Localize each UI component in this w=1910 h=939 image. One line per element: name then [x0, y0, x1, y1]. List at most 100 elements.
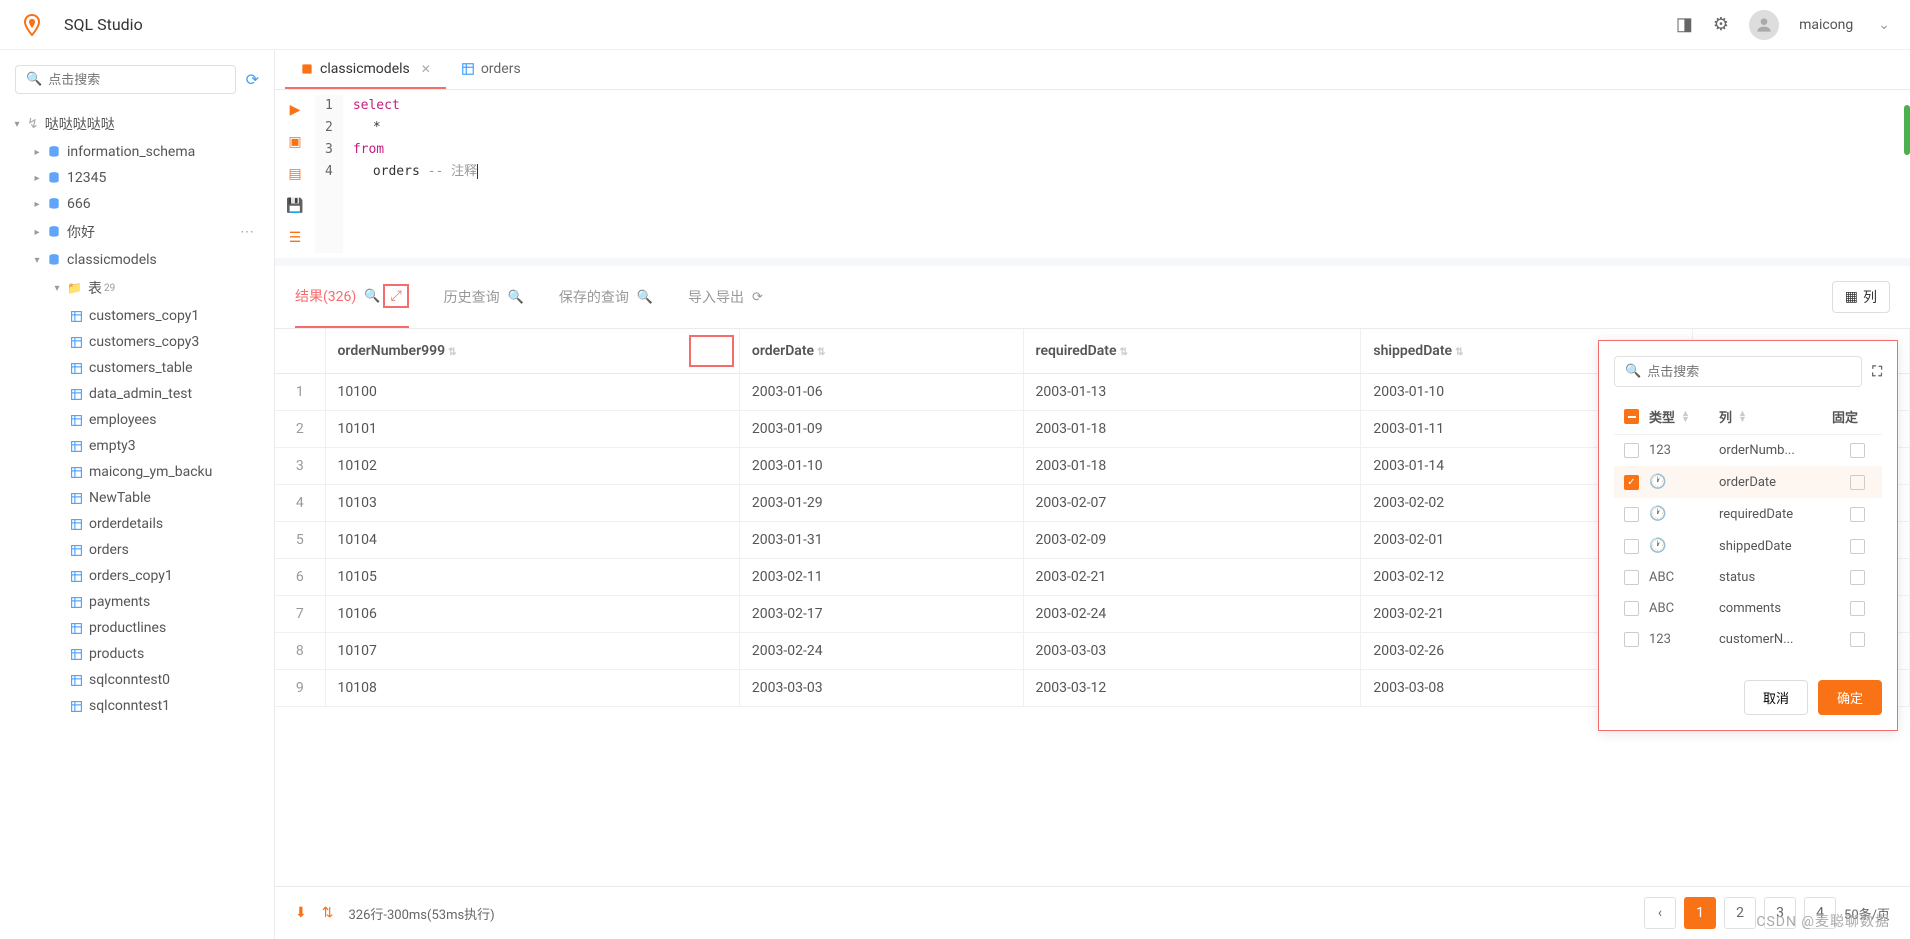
cell[interactable]: 2003-03-03 [739, 670, 1023, 707]
cell[interactable]: 2003-01-31 [739, 522, 1023, 559]
table-node[interactable]: customers_copy3 [10, 329, 264, 355]
chevron-icon[interactable]: ▾ [30, 255, 44, 266]
cell[interactable]: 2003-02-21 [1023, 559, 1361, 596]
format-button[interactable]: ▤ [288, 166, 301, 182]
sort-icon[interactable]: ⇅ [448, 347, 456, 358]
code-content[interactable]: select * from orders -- 注释 [343, 95, 1910, 253]
table-node[interactable]: employees [10, 407, 264, 433]
tables-folder[interactable]: ▾ 📁 表 29 [10, 273, 264, 303]
row-checkbox[interactable] [1624, 539, 1639, 554]
column-header[interactable]: orderNumber999⇅ [325, 329, 739, 374]
fix-checkbox[interactable] [1850, 443, 1865, 458]
cell[interactable]: 2003-02-09 [1023, 522, 1361, 559]
cell[interactable]: 2003-03-03 [1023, 633, 1361, 670]
sort-icon[interactable]: ▲▼ [1681, 411, 1690, 423]
tab-results[interactable]: 结果(326) 🔍 ⤢ [295, 276, 409, 328]
table-node[interactable]: products [10, 641, 264, 667]
search-icon[interactable]: 🔍 [508, 290, 524, 305]
settings-icon[interactable]: ⚙ [1713, 14, 1729, 35]
sort-icon[interactable]: ▲▼ [1738, 411, 1747, 423]
cell[interactable]: 2003-01-09 [739, 411, 1023, 448]
database-node[interactable]: ▸ 12345 [10, 165, 264, 191]
page-button[interactable]: 2 [1724, 897, 1756, 929]
chevron-down-icon[interactable]: ⌄ [1878, 17, 1890, 33]
column-picker-row[interactable]: 123 customerN... [1614, 624, 1882, 655]
cancel-button[interactable]: 取消 [1744, 680, 1808, 715]
editor-tab[interactable]: orders [446, 50, 536, 89]
search-icon[interactable]: 🔍 [637, 290, 653, 305]
tab-history[interactable]: 历史查询 🔍 [444, 279, 524, 315]
table-node[interactable]: orders_copy1 [10, 563, 264, 589]
cell[interactable]: 2003-01-18 [1023, 448, 1361, 485]
avatar[interactable] [1749, 10, 1779, 40]
confirm-button[interactable]: 确定 [1818, 680, 1882, 715]
cell[interactable]: 10102 [325, 448, 739, 485]
cell[interactable]: 2003-02-24 [1023, 596, 1361, 633]
fix-checkbox[interactable] [1850, 601, 1865, 616]
language-icon[interactable]: ◨ [1676, 14, 1693, 35]
fix-checkbox[interactable] [1850, 570, 1865, 585]
column-picker-row[interactable]: ABC comments [1614, 593, 1882, 624]
download-icon[interactable]: ⬇ [295, 905, 307, 921]
row-checkbox[interactable] [1624, 443, 1639, 458]
save-button[interactable]: 💾 [286, 198, 303, 214]
tab-saved[interactable]: 保存的查询 🔍 [559, 279, 653, 315]
database-node[interactable]: ▾ classicmodels [10, 247, 264, 273]
column-picker-row[interactable]: ABC status [1614, 562, 1882, 593]
sort-icon[interactable]: ⇅ [1455, 347, 1463, 358]
chevron-down-icon[interactable]: ▾ [50, 283, 64, 294]
fix-checkbox[interactable] [1850, 507, 1865, 522]
cell[interactable]: 2003-01-18 [1023, 411, 1361, 448]
search-icon[interactable]: 🔍 [364, 289, 380, 304]
cell[interactable]: 10106 [325, 596, 739, 633]
column-picker-row[interactable]: 🕐 shippedDate [1614, 530, 1882, 562]
table-node[interactable]: data_admin_test [10, 381, 264, 407]
cell[interactable]: 10105 [325, 559, 739, 596]
row-checkbox[interactable] [1624, 632, 1639, 647]
cell[interactable]: 10101 [325, 411, 739, 448]
table-node[interactable]: payments [10, 589, 264, 615]
select-all-checkbox[interactable] [1624, 409, 1639, 424]
chevron-icon[interactable]: ▸ [30, 147, 44, 158]
chevron-icon[interactable]: ▸ [30, 173, 44, 184]
cell[interactable]: 2003-02-11 [739, 559, 1023, 596]
sort-icon[interactable]: ⇅ [817, 347, 825, 358]
row-checkbox[interactable]: ✓ [1624, 475, 1639, 490]
cell[interactable]: 2003-02-07 [1023, 485, 1361, 522]
table-node[interactable]: orderdetails [10, 511, 264, 537]
cell[interactable]: 2003-02-24 [739, 633, 1023, 670]
cell[interactable]: 10100 [325, 374, 739, 411]
row-checkbox[interactable] [1624, 507, 1639, 522]
cell[interactable]: 2003-01-29 [739, 485, 1023, 522]
column-header[interactable]: requiredDate⇅ [1023, 329, 1361, 374]
user-name[interactable]: maicong [1799, 17, 1853, 33]
cell[interactable]: 10107 [325, 633, 739, 670]
table-node[interactable]: customers_table [10, 355, 264, 381]
database-node[interactable]: ▸ information_schema [10, 139, 264, 165]
cell[interactable]: 2003-03-12 [1023, 670, 1361, 707]
database-node[interactable]: ▸ 666 [10, 191, 264, 217]
more-icon[interactable]: ⋯ [240, 224, 264, 240]
refresh-icon[interactable]: ⟳ [752, 290, 763, 305]
cell[interactable]: 10108 [325, 670, 739, 707]
run-current-button[interactable]: ▣ [288, 134, 301, 150]
fix-checkbox[interactable] [1850, 632, 1865, 647]
expand-icon[interactable]: ⤢ [383, 284, 408, 308]
table-node[interactable]: NewTable [10, 485, 264, 511]
database-node[interactable]: ▸ 你好 ⋯ [10, 217, 264, 247]
fix-checkbox[interactable] [1850, 475, 1865, 490]
cell[interactable]: 2003-01-06 [739, 374, 1023, 411]
row-checkbox[interactable] [1624, 570, 1639, 585]
cell[interactable]: 2003-02-17 [739, 596, 1023, 633]
cell[interactable]: 10103 [325, 485, 739, 522]
sidebar-search[interactable]: 🔍 [15, 65, 236, 94]
popup-search-input[interactable] [1647, 364, 1851, 379]
tab-import-export[interactable]: 导入导出 ⟳ [688, 279, 763, 315]
table-node[interactable]: orders [10, 537, 264, 563]
chevron-icon[interactable]: ▸ [30, 227, 44, 238]
popup-search[interactable]: 🔍 [1614, 356, 1862, 387]
chevron-down-icon[interactable]: ▾ [10, 119, 24, 130]
table-node[interactable]: empty3 [10, 433, 264, 459]
list-button[interactable]: ☰ [289, 230, 302, 246]
table-node[interactable]: customers_copy1 [10, 303, 264, 329]
